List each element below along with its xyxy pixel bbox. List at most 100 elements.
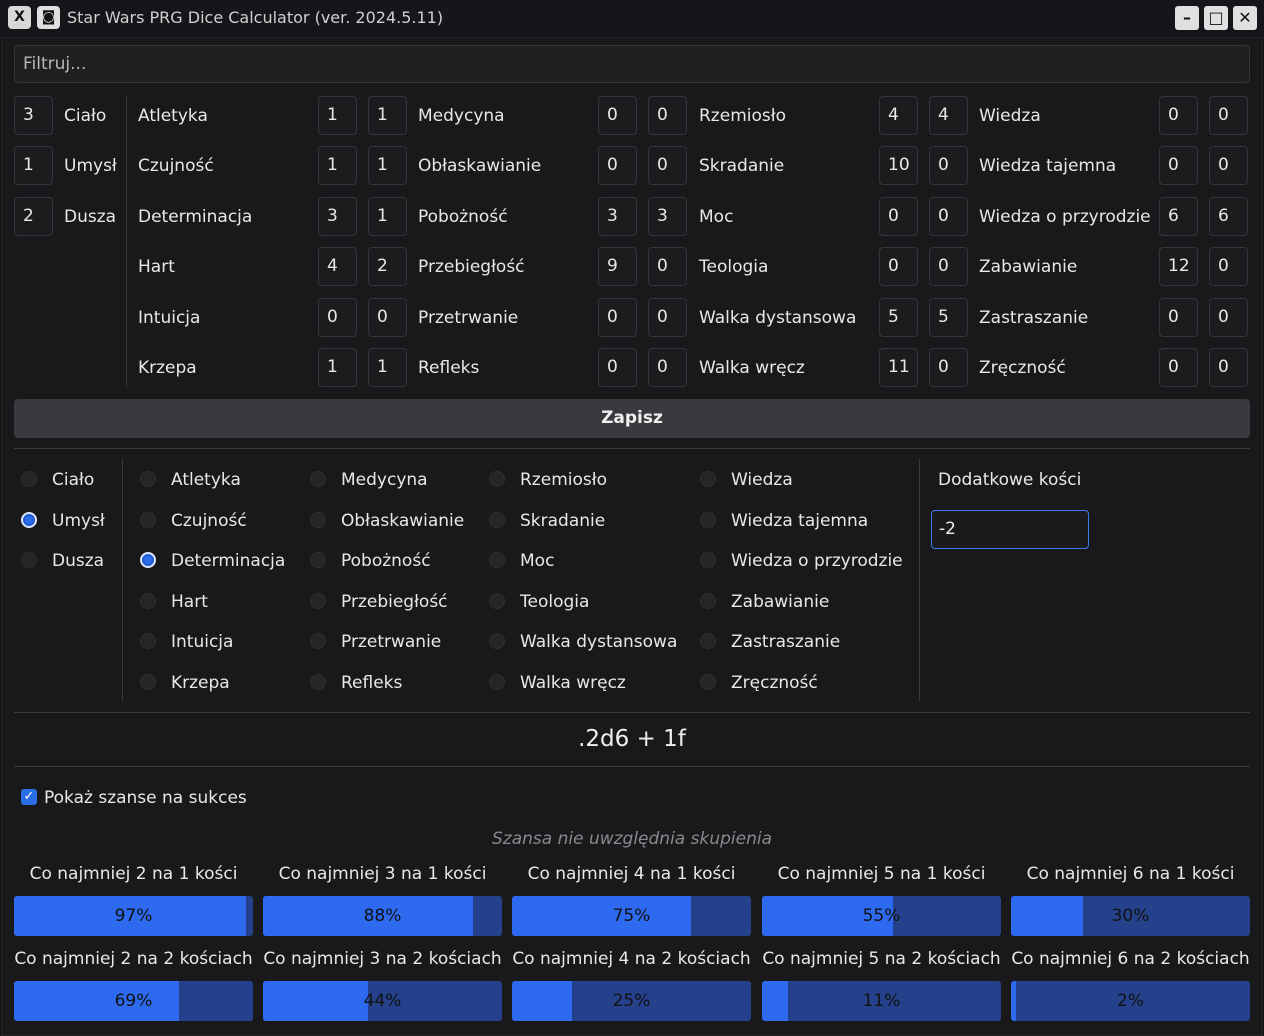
skill-bonus-field[interactable]: 3 bbox=[648, 197, 687, 236]
skill-bonus-field[interactable]: 0 bbox=[929, 247, 968, 286]
skill-bonus-field[interactable]: 0 bbox=[648, 298, 687, 337]
skill-value-field[interactable]: 1 bbox=[318, 146, 357, 185]
skill-radio[interactable] bbox=[489, 512, 505, 528]
skill-radio[interactable] bbox=[140, 593, 156, 609]
maximize-icon[interactable]: □ bbox=[1204, 6, 1228, 30]
dice-formula: .2d6 + 1f bbox=[578, 726, 686, 752]
probability-title: Co najmniej 5 na 1 kości bbox=[777, 864, 986, 884]
skill-value-field[interactable]: 9 bbox=[598, 247, 637, 286]
close-icon[interactable]: ✕ bbox=[1233, 6, 1257, 30]
skill-value-field[interactable]: 6 bbox=[1159, 197, 1198, 236]
skill-value-field[interactable]: 11 bbox=[879, 348, 918, 387]
skill-radio[interactable] bbox=[140, 512, 156, 528]
attribute-radio[interactable] bbox=[21, 552, 37, 568]
skill-label: Rzemiosło bbox=[699, 106, 786, 126]
skill-value-field[interactable]: 1 bbox=[318, 348, 357, 387]
skill-bonus-field[interactable]: 2 bbox=[368, 247, 407, 286]
skill-radio[interactable] bbox=[489, 552, 505, 568]
skill-value-field[interactable]: 0 bbox=[1159, 146, 1198, 185]
skill-bonus-field[interactable]: 1 bbox=[368, 348, 407, 387]
skill-bonus-field[interactable]: 0 bbox=[648, 247, 687, 286]
skill-bonus-field[interactable]: 0 bbox=[1209, 146, 1248, 185]
probability-bar: 11% bbox=[762, 981, 1001, 1021]
skill-bonus-field[interactable]: 0 bbox=[648, 348, 687, 387]
skill-value-field[interactable]: 5 bbox=[879, 298, 918, 337]
skill-value-field[interactable]: 0 bbox=[598, 298, 637, 337]
attribute-radio[interactable] bbox=[21, 471, 37, 487]
skill-value-field[interactable]: 10 bbox=[879, 146, 918, 185]
skill-bonus-field[interactable]: 1 bbox=[368, 197, 407, 236]
skill-radio[interactable] bbox=[700, 633, 716, 649]
divider bbox=[919, 459, 920, 701]
skill-radio[interactable] bbox=[700, 471, 716, 487]
skill-radio-label: Rzemiosło bbox=[520, 470, 607, 490]
skill-radio[interactable] bbox=[140, 471, 156, 487]
skill-label: Hart bbox=[138, 257, 175, 277]
skill-bonus-field[interactable]: 0 bbox=[1209, 298, 1248, 337]
extra-dice-input[interactable]: -2 bbox=[931, 510, 1089, 549]
attribute-value-field[interactable]: 3 bbox=[14, 96, 53, 135]
skill-bonus-field[interactable]: 0 bbox=[1209, 247, 1248, 286]
skill-radio[interactable] bbox=[310, 512, 326, 528]
save-button[interactable]: Zapisz bbox=[14, 399, 1250, 438]
filter-input[interactable]: Filtruj... bbox=[14, 45, 1250, 83]
skill-radio[interactable] bbox=[489, 674, 505, 690]
skill-radio[interactable] bbox=[310, 674, 326, 690]
skill-bonus-field[interactable]: 0 bbox=[648, 96, 687, 135]
skill-value-field[interactable]: 0 bbox=[598, 146, 637, 185]
skill-value-field[interactable]: 4 bbox=[879, 96, 918, 135]
skill-bonus-field[interactable]: 1 bbox=[368, 146, 407, 185]
attribute-radio[interactable] bbox=[21, 512, 37, 528]
skill-label: Wiedza o przyrodzie bbox=[979, 207, 1151, 227]
attribute-value-field[interactable]: 1 bbox=[14, 146, 53, 185]
skill-bonus-field[interactable]: 5 bbox=[929, 298, 968, 337]
probability-value: 75% bbox=[612, 906, 651, 926]
divider bbox=[126, 95, 127, 387]
skill-value-field[interactable]: 0 bbox=[1159, 298, 1198, 337]
skill-value-field[interactable]: 0 bbox=[1159, 96, 1198, 135]
probability-bar: 44% bbox=[263, 981, 502, 1021]
skill-value-field[interactable]: 1 bbox=[318, 96, 357, 135]
skill-radio[interactable] bbox=[700, 593, 716, 609]
skill-bonus-field[interactable]: 1 bbox=[368, 96, 407, 135]
skill-radio[interactable] bbox=[700, 552, 716, 568]
skill-value-field[interactable]: 0 bbox=[879, 247, 918, 286]
skill-value-field[interactable]: 0 bbox=[598, 96, 637, 135]
skill-value-field[interactable]: 3 bbox=[598, 197, 637, 236]
skill-radio[interactable] bbox=[140, 552, 156, 568]
skill-value-field[interactable]: 0 bbox=[318, 298, 357, 337]
skill-bonus-field[interactable]: 0 bbox=[1209, 96, 1248, 135]
skill-radio[interactable] bbox=[140, 633, 156, 649]
attribute-value-field[interactable]: 2 bbox=[14, 197, 53, 236]
attribute-label: Umysł bbox=[64, 156, 117, 176]
skill-label: Przetrwanie bbox=[418, 308, 519, 328]
skill-radio[interactable] bbox=[489, 471, 505, 487]
skill-bonus-field[interactable]: 0 bbox=[1209, 348, 1248, 387]
skill-radio-label: Zastraszanie bbox=[731, 632, 841, 652]
skill-bonus-field[interactable]: 0 bbox=[648, 146, 687, 185]
minimize-icon[interactable]: – bbox=[1175, 6, 1199, 30]
skill-radio[interactable] bbox=[700, 674, 716, 690]
skill-bonus-field[interactable]: 0 bbox=[368, 298, 407, 337]
skill-bonus-field[interactable]: 0 bbox=[929, 146, 968, 185]
skill-bonus-field[interactable]: 4 bbox=[929, 96, 968, 135]
skill-radio[interactable] bbox=[700, 512, 716, 528]
window-menu-icon[interactable]: ◙ bbox=[37, 6, 60, 29]
skill-radio[interactable] bbox=[310, 633, 326, 649]
show-chances-checkbox[interactable]: ✓ bbox=[21, 789, 37, 805]
skill-radio[interactable] bbox=[140, 674, 156, 690]
skill-value-field[interactable]: 4 bbox=[318, 247, 357, 286]
skill-radio[interactable] bbox=[489, 633, 505, 649]
skill-bonus-field[interactable]: 6 bbox=[1209, 197, 1248, 236]
skill-radio[interactable] bbox=[310, 471, 326, 487]
skill-bonus-field[interactable]: 0 bbox=[929, 348, 968, 387]
skill-radio[interactable] bbox=[310, 552, 326, 568]
skill-value-field[interactable]: 3 bbox=[318, 197, 357, 236]
skill-radio[interactable] bbox=[489, 593, 505, 609]
skill-value-field[interactable]: 12 bbox=[1159, 247, 1198, 286]
skill-value-field[interactable]: 0 bbox=[598, 348, 637, 387]
skill-radio[interactable] bbox=[310, 593, 326, 609]
skill-bonus-field[interactable]: 0 bbox=[929, 197, 968, 236]
skill-value-field[interactable]: 0 bbox=[879, 197, 918, 236]
skill-value-field[interactable]: 0 bbox=[1159, 348, 1198, 387]
